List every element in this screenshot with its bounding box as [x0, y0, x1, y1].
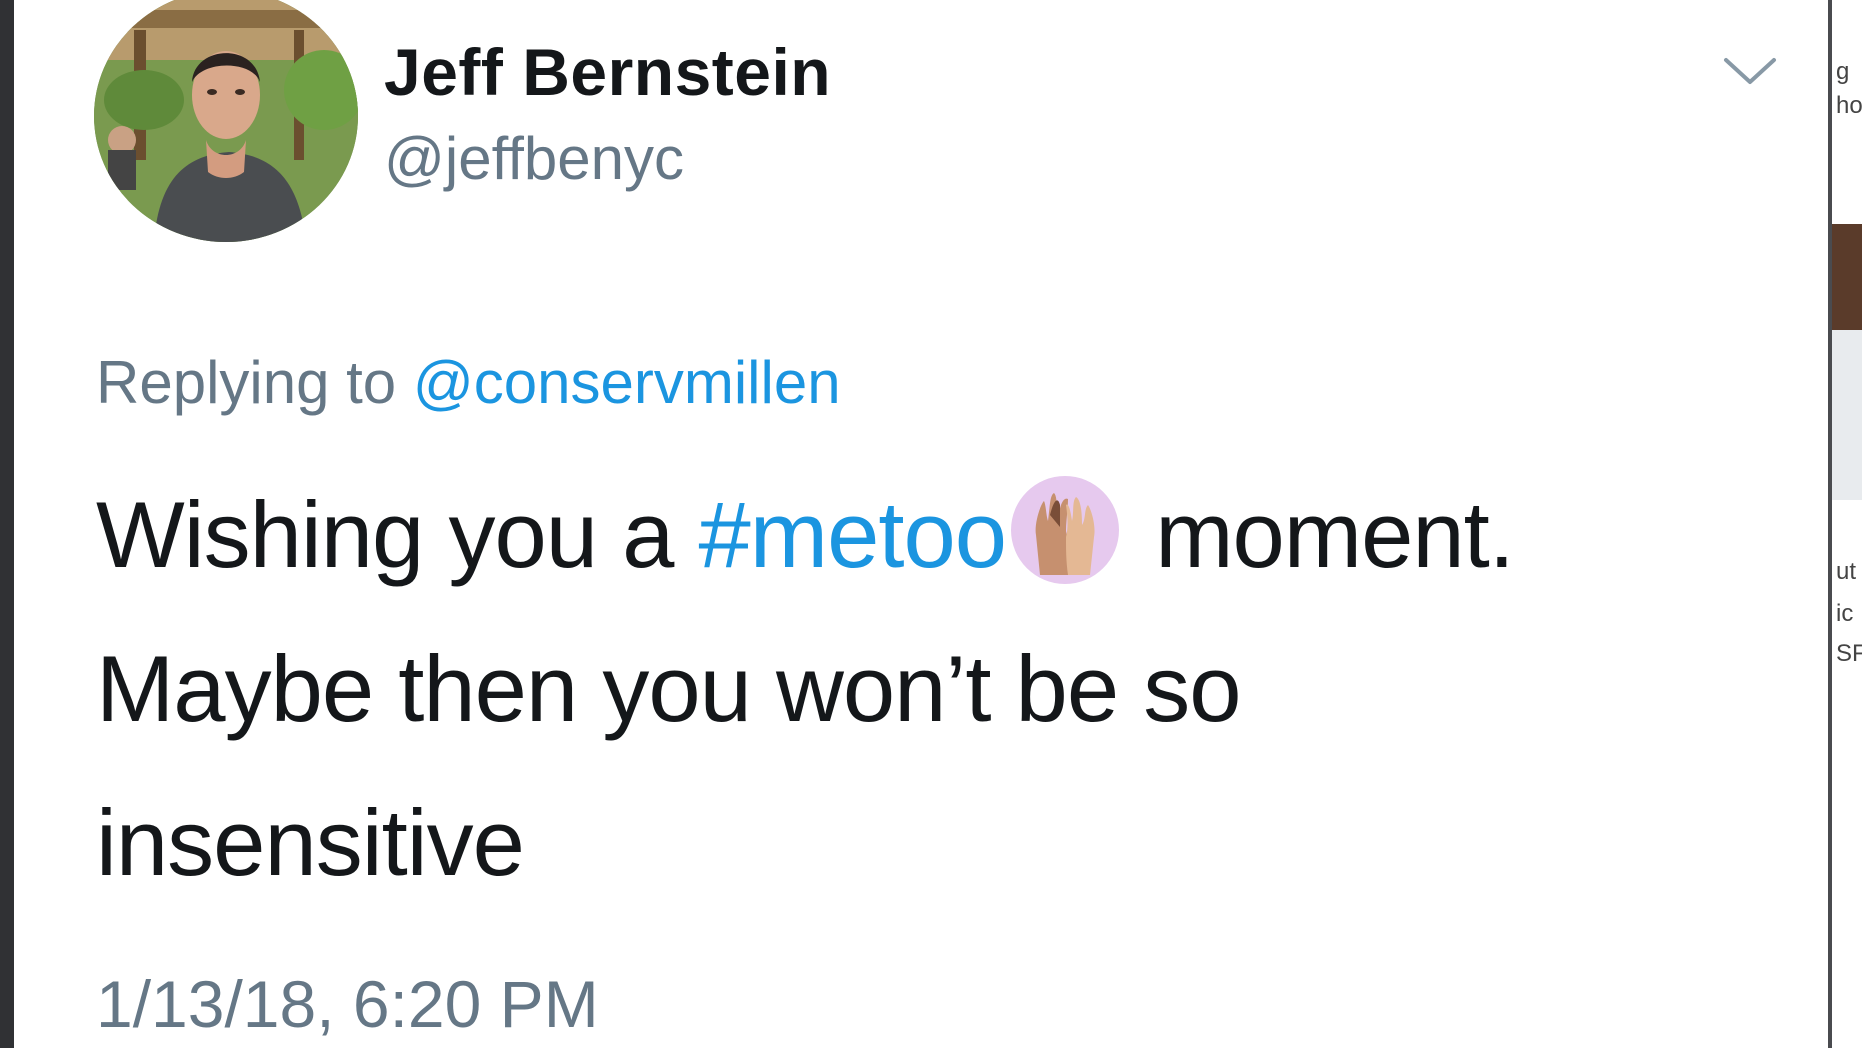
raised-hands-emoji-icon: [1010, 475, 1120, 585]
replying-to-line: Replying to @conservmillen: [96, 348, 841, 417]
tweet-text-line-1: Wishing you a #metoo moment.: [96, 458, 1716, 612]
clipped-text-fragment: ic: [1836, 600, 1854, 627]
adjacent-panel-edge: g ho ut ic SF: [1832, 0, 1862, 1048]
tweet-text-segment: moment.: [1155, 482, 1515, 587]
tweet-text-line-3: insensitive: [96, 790, 525, 895]
tweet-card: Jeff Bernstein @jeffbenyc Replying to @c…: [14, 0, 1828, 1048]
clipped-text-fragment: SF: [1836, 640, 1862, 667]
clipped-text-fragment: g: [1836, 58, 1850, 85]
user-handle[interactable]: @jeffbenyc: [384, 124, 684, 193]
reply-mention-link[interactable]: @conservmillen: [413, 349, 841, 416]
clipped-text-fragment: ho: [1836, 92, 1862, 119]
tweet-text-line-2: Maybe then you won’t be so: [96, 636, 1242, 741]
clipped-image-edge: [1832, 224, 1862, 330]
display-name[interactable]: Jeff Bernstein: [384, 34, 831, 110]
replying-to-label: Replying to: [96, 349, 397, 416]
tweet-text: Wishing you a #metoo moment. Maybe then …: [96, 458, 1716, 920]
tweet-text-segment: Wishing you a: [96, 482, 674, 587]
tweet-timestamp[interactable]: 1/13/18, 6:20 PM: [96, 966, 599, 1042]
clipped-text-fragment: ut: [1836, 558, 1857, 585]
avatar[interactable]: [94, 0, 358, 242]
clipped-card-edge: [1832, 330, 1862, 500]
background-left-edge: [0, 0, 14, 1048]
chevron-down-icon[interactable]: [1720, 52, 1780, 92]
avatar-photo: [94, 0, 358, 242]
hashtag-link[interactable]: #metoo: [699, 482, 1008, 587]
